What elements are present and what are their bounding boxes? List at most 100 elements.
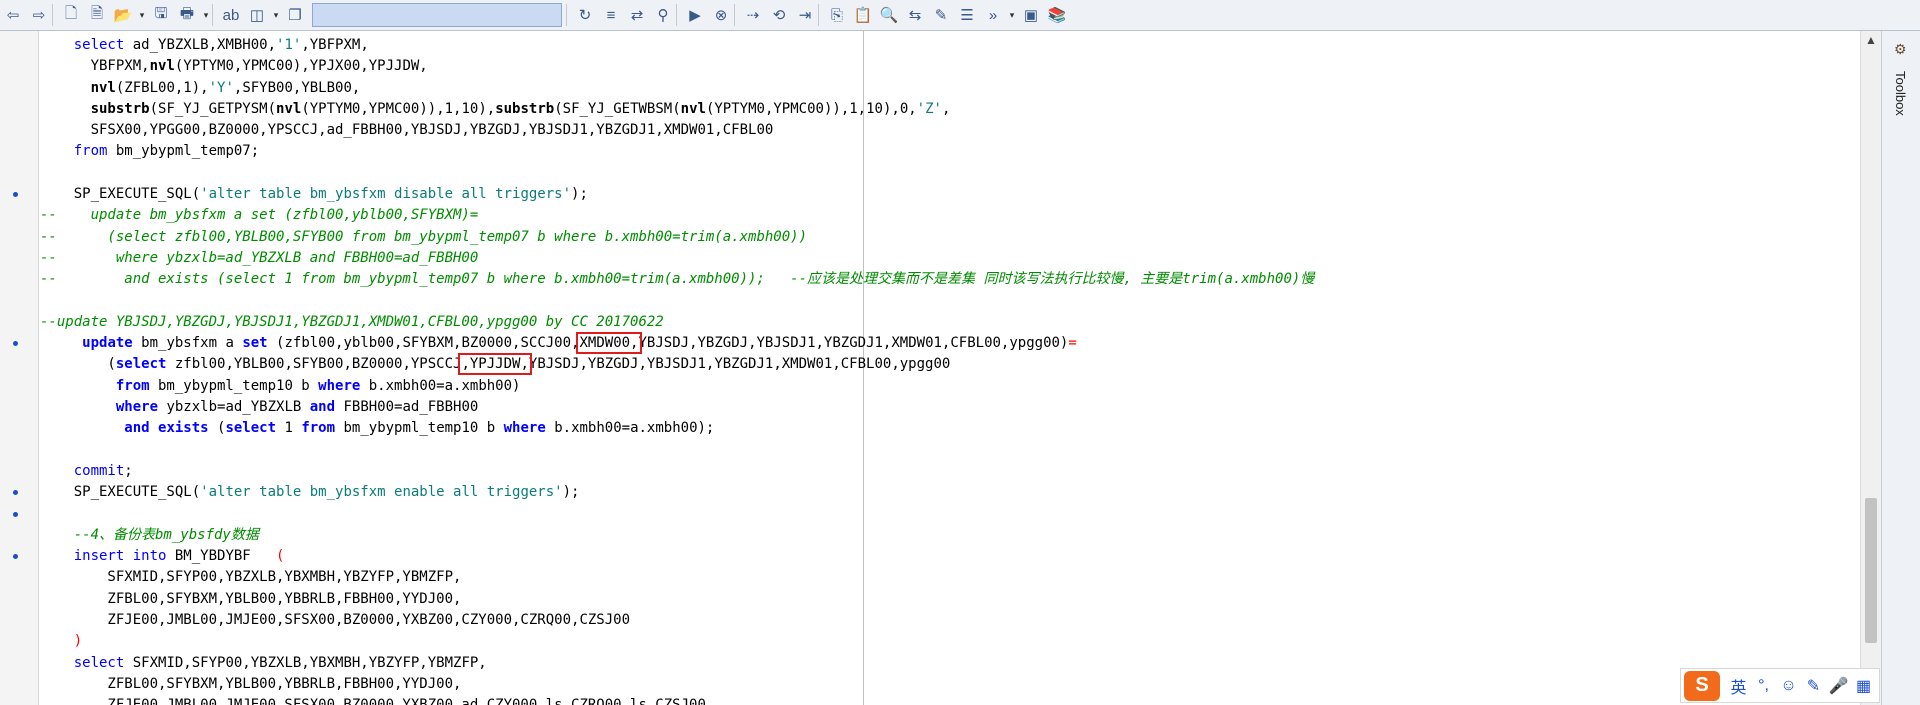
code-line[interactable]: commit; [40,461,1858,482]
code-line[interactable] [40,291,1858,312]
ime-mic-icon[interactable]: 🎤 [1826,676,1851,696]
query-builder-icon[interactable]: ⇄ [624,2,650,28]
code-line[interactable]: --4、备份表bm_ybsfdy数据 [40,525,1858,546]
refresh-icon[interactable]: ↻ [572,2,598,28]
code-token: 'alter table bm_ybsfxm disable all trigg… [200,186,572,203]
sql-icon[interactable]: ≡ [598,2,624,28]
connection-combo[interactable] [312,3,562,27]
code-token: --update YBJSDJ,YBZGDJ,YBJSDJ1,YBZGDJ1,X… [40,313,664,330]
code-line[interactable]: ZFJE00,JMBL00,JMJE00,SFSX00,BZ0000,YXBZ0… [40,695,1858,705]
sogou-logo-icon[interactable]: S [1684,670,1720,701]
code-line[interactable]: SP_EXECUTE_SQL('alter table bm_ybsfxm en… [40,482,1858,503]
find-icon[interactable]: 🔍 [876,2,902,28]
code-token: 'Z' [916,100,942,117]
copy-icon[interactable]: ⎘ [824,2,850,28]
breakpoint-marker-icon[interactable] [13,511,18,517]
ime-emoji-icon[interactable]: ☺ [1776,677,1801,695]
layout-dropdown-icon[interactable]: ▾ [270,2,282,28]
code-line[interactable]: (select zfbl00,YBLB00,SFYB00,BZ0000,YPSC… [40,353,1858,376]
code-token: ZFBL00,SFYBXM,YBLB00,YBBRLB,FBBH00,YYDJ0… [40,675,462,692]
code-line[interactable]: SP_EXECUTE_SQL('alter table bm_ybsfxm di… [40,184,1858,205]
explain-icon[interactable]: ⚲ [650,2,676,28]
code-line[interactable]: from bm_ybypml_temp10 b where b.xmbh00=a… [40,376,1858,397]
books-icon[interactable]: 📚 [1044,2,1070,28]
run-icon[interactable]: ▶ [682,2,708,28]
code-line[interactable]: ZFJE00,JMBL00,JMJE00,SFSX00,BZ0000,YXBZ0… [40,610,1858,631]
code-token: bm_ybypml_temp10 b [335,420,504,437]
breakpoint-marker-icon[interactable] [13,554,18,560]
toolbox-label[interactable]: Toolbox [1893,71,1908,116]
layout-icon[interactable]: ◫ [244,2,270,28]
code-line[interactable]: select SFXMID,SFYP00,YBZXLB,YBXMBH,YBZYF… [40,653,1858,674]
code-line[interactable]: ) [40,631,1858,652]
code-line[interactable]: from bm_ybypml_temp07; [40,141,1858,162]
ime-pen-icon[interactable]: ✎ [1801,676,1826,696]
code-token: (SF_YJ_GETPYSM( [149,100,277,117]
code-line[interactable]: SFSX00,YPGG00,BZ0000,YPSCCJ,ad_FBBH00,YB… [40,120,1858,141]
toolbox-icon[interactable]: ⚙ [1894,41,1907,58]
indent-icon[interactable]: ⇥ [792,2,818,28]
forward-icon[interactable]: ⇨ [26,2,52,28]
breakpoint-marker-icon[interactable] [13,192,18,198]
window-icon[interactable]: ❐ [282,2,308,28]
beautify-icon[interactable]: ✎ [928,2,954,28]
text-icon[interactable]: ab [218,2,244,28]
code-line[interactable]: ZFBL00,SFYBXM,YBLB00,YBBRLB,FBBH00,YYDJ0… [40,674,1858,695]
stop-icon[interactable]: ⊗ [708,2,734,28]
code-line[interactable]: ZFBL00,SFYBXM,YBLB00,YBBRLB,FBBH00,YYDJ0… [40,589,1858,610]
toolbox-panel[interactable]: ⚙ Toolbox [1881,31,1920,705]
code-line[interactable]: update bm_ybsfxm a set (zfbl00,yblb00,SF… [40,332,1858,355]
rollback-icon[interactable]: ⟲ [766,2,792,28]
code-line[interactable] [40,504,1858,525]
code-token: nvl [276,100,302,117]
code-token: SFSX00,YPGG00,BZ0000,YPSCCJ,ad_FBBH00,YB… [40,122,774,139]
sql-editor[interactable]: select ad_YBZXLB,XMBH00,'1',YBFPXM, YBFP… [0,31,1880,705]
ime-toolbar[interactable]: S 英 °, ☺ ✎ 🎤 ▦ [1680,668,1880,703]
paste-icon[interactable]: 📋 [850,2,876,28]
code-line[interactable] [40,163,1858,184]
window-list-icon[interactable]: ▣ [1018,2,1044,28]
ime-punct-icon[interactable]: °, [1751,677,1776,695]
highlighted-token: XMDW00, [576,332,642,355]
code-line[interactable]: --update YBJSDJ,YBZGDJ,YBJSDJ1,YBZGDJ1,X… [40,312,1858,333]
template-dropdown-icon[interactable]: ▾ [1006,2,1018,28]
new-file-icon[interactable]: 🗋 [58,2,84,28]
scrollbar-thumb[interactable] [1865,498,1877,643]
code-line[interactable]: -- and exists (select 1 from bm_ybypml_t… [40,269,1858,290]
code-line[interactable]: SFXMID,SFYP00,YBZXLB,YBXMBH,YBZYFP,YBMZF… [40,567,1858,588]
ime-grid-icon[interactable]: ▦ [1851,676,1876,696]
commit-icon[interactable]: ⇢ [740,2,766,28]
code-token: FBBH00=ad_FBBH00 [335,399,479,416]
open-icon[interactable]: 📂 [110,2,136,28]
breakpoint-marker-icon[interactable] [13,341,18,347]
open-dropdown-icon[interactable]: ▾ [136,2,148,28]
code-line[interactable]: -- (select zfbl00,YBLB00,SFYB00 from bm_… [40,227,1858,248]
ime-lang-icon[interactable]: 英 [1726,674,1751,698]
code-token: ) [73,633,83,650]
code-line[interactable]: insert into BM_YBDYBF ( [40,546,1858,567]
code-line[interactable]: -- update bm_ybsfxm a set (zfbl00,yblb00… [40,205,1858,226]
format-icon[interactable]: ☰ [954,2,980,28]
back-icon[interactable]: ⇦ [0,2,26,28]
code-line[interactable]: YBFPXM,nvl(YPTYM0,YPMC00),YPJX00,YPJJDW, [40,56,1858,77]
code-line[interactable]: and exists (select 1 from bm_ybypml_temp… [40,418,1858,439]
code-line[interactable]: substrb(SF_YJ_GETPYSM(nvl(YPTYM0,YPMC00)… [40,99,1858,120]
print-icon[interactable]: 🖶 [174,2,200,28]
code-line[interactable]: where ybzxlb=ad_YBZXLB and FBBH00=ad_FBB… [40,397,1858,418]
code-area[interactable]: select ad_YBZXLB,XMBH00,'1',YBFPXM, YBFP… [40,35,1858,705]
replace-icon[interactable]: ⇆ [902,2,928,28]
template-icon[interactable]: » [980,2,1006,28]
scroll-up-icon[interactable]: ▲ [1861,33,1881,51]
code-line[interactable]: nvl(ZFBL00,1),'Y',SFYB00,YBLB00, [40,78,1858,99]
code-line[interactable] [40,440,1858,461]
vertical-scrollbar[interactable]: ▲ ▼ [1860,31,1881,705]
print-dropdown-icon[interactable]: ▾ [200,2,212,28]
save-icon[interactable]: 🖫 [148,2,174,28]
code-line[interactable]: -- where ybzxlb=ad_YBZXLB and FBBH00=ad_… [40,248,1858,269]
code-line[interactable]: select ad_YBZXLB,XMBH00,'1',YBFPXM, [40,35,1858,56]
new-from-template-icon[interactable]: 🗎 [84,2,110,28]
breakpoint-marker-icon[interactable] [13,490,18,496]
